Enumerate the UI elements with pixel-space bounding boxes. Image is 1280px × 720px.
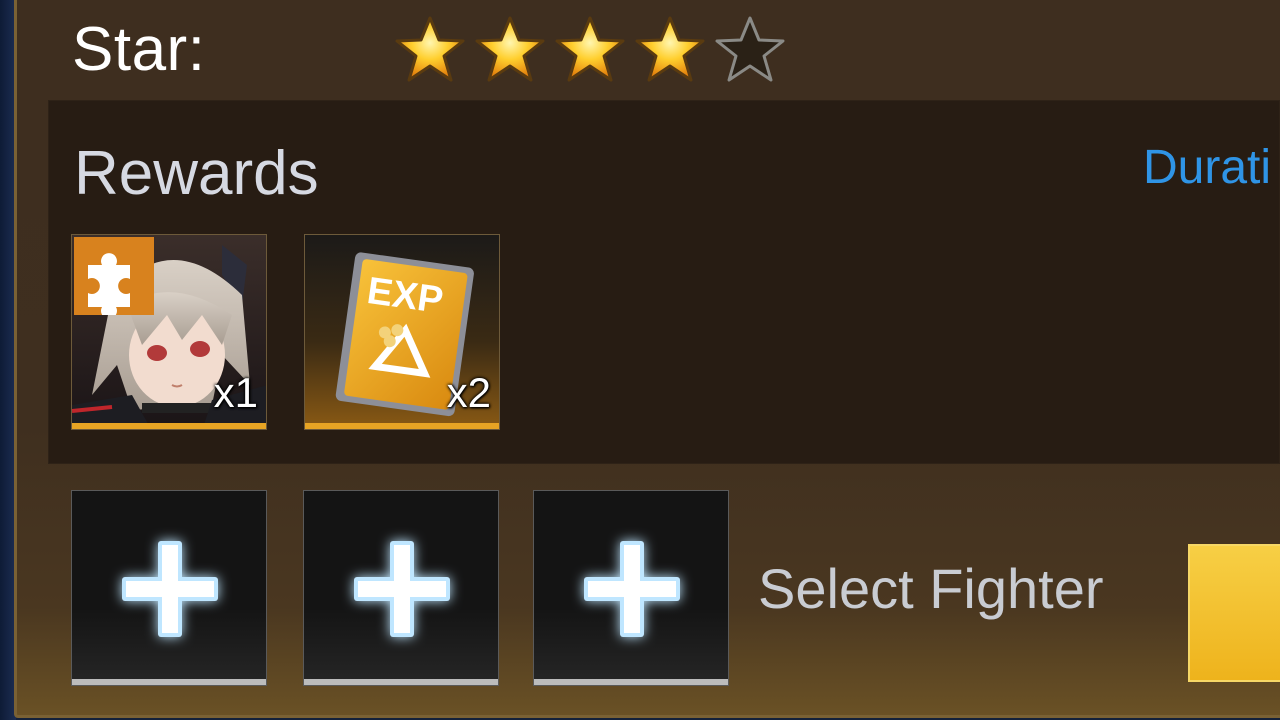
fighter-slot-3[interactable]: [533, 490, 729, 686]
star-icon-filled: [635, 16, 705, 82]
shard-badge: [74, 237, 154, 319]
star-icon-filled: [555, 16, 625, 82]
rarity-bar: [72, 423, 266, 429]
reward-quantity: x1: [213, 369, 258, 416]
duration-label: Durati: [1143, 141, 1272, 194]
select-fighter-label: Select Fighter: [758, 557, 1104, 620]
puzzle-piece-icon: [88, 253, 130, 319]
star-icon-filled: [475, 16, 545, 82]
reward-item-fighter-shard[interactable]: x1: [71, 234, 267, 430]
rewards-title: Rewards: [74, 139, 319, 208]
star-rating: [394, 14, 786, 86]
star-icon-empty: [715, 16, 785, 82]
slot-bar: [72, 679, 266, 685]
reward-item-exp-card[interactable]: EXP x2: [304, 234, 500, 430]
star-icon-filled: [395, 16, 465, 82]
star-label: Star:: [72, 15, 206, 84]
plus-icon: [122, 541, 218, 637]
plus-icon: [584, 541, 680, 637]
plus-icon: [354, 541, 450, 637]
rarity-bar: [305, 423, 499, 429]
slot-bar: [534, 679, 728, 685]
fighter-slot-1[interactable]: [71, 490, 267, 686]
fighter-slot-2[interactable]: [303, 490, 499, 686]
reward-quantity: x2: [446, 369, 491, 416]
action-button[interactable]: [1188, 544, 1280, 682]
slot-bar: [304, 679, 498, 685]
